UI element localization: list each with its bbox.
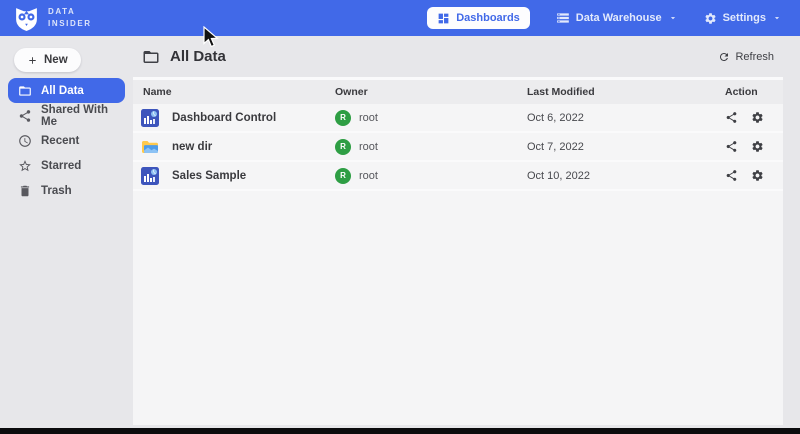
last-modified-cell: Oct 7, 2022 xyxy=(527,141,725,153)
sidebar-item-label: All Data xyxy=(41,85,84,97)
sidebar-item-label: Shared With Me xyxy=(41,104,125,128)
dashboard-tile-icon xyxy=(141,167,159,185)
top-header: DATA INSIDER Dashboards Data Warehouse xyxy=(0,0,800,36)
header-nav: Dashboards Data Warehouse Settings xyxy=(427,7,800,29)
dashboard-icon xyxy=(437,12,450,25)
chevron-down-icon xyxy=(772,13,782,23)
settings-label: Settings xyxy=(723,12,766,24)
last-modified-cell: Oct 6, 2022 xyxy=(527,112,725,124)
folder-image-icon xyxy=(141,138,159,156)
share-person-icon xyxy=(18,109,32,123)
plus-icon xyxy=(27,55,38,66)
table-row[interactable]: new dir R root Oct 7, 2022 xyxy=(133,133,783,162)
gear-icon[interactable] xyxy=(751,169,764,182)
file-name-cell[interactable]: Dashboard Control xyxy=(133,109,335,127)
column-header-owner: Owner xyxy=(335,86,527,98)
sidebar-item-shared-with-me[interactable]: Shared With Me xyxy=(8,103,125,128)
database-icon xyxy=(556,11,570,25)
star-icon xyxy=(18,159,32,173)
gear-icon xyxy=(704,12,717,25)
sidebar-item-starred[interactable]: Starred xyxy=(8,153,125,178)
action-cell xyxy=(725,169,783,182)
brand-name: DATA INSIDER xyxy=(48,6,92,29)
owner-name: root xyxy=(359,141,378,153)
data-warehouse-menu[interactable]: Data Warehouse xyxy=(556,11,678,25)
owl-logo-icon xyxy=(13,5,40,32)
table-row[interactable]: Sales Sample R root Oct 10, 2022 xyxy=(133,162,783,191)
owner-avatar: R xyxy=(335,168,351,184)
table-header-row: Name Owner Last Modified Action xyxy=(133,80,783,104)
bottom-screen-edge xyxy=(0,428,800,434)
action-cell xyxy=(725,111,783,124)
share-icon[interactable] xyxy=(725,140,738,153)
owner-name: root xyxy=(359,170,378,182)
file-table: Name Owner Last Modified Action Dashboar… xyxy=(133,77,783,425)
content-header: All Data Refresh xyxy=(133,36,783,77)
owner-avatar: R xyxy=(335,110,351,126)
share-icon[interactable] xyxy=(725,111,738,124)
sidebar: New All Data Shared With Me Recent Starr… xyxy=(0,36,133,428)
new-button-label: New xyxy=(44,54,68,66)
settings-menu[interactable]: Settings xyxy=(704,12,782,25)
dashboard-tile-icon xyxy=(141,109,159,127)
file-name: Dashboard Control xyxy=(172,112,276,124)
owner-cell: R root xyxy=(335,168,527,184)
dashboards-button[interactable]: Dashboards xyxy=(427,7,530,29)
sidebar-item-all-data[interactable]: All Data xyxy=(8,78,125,103)
sidebar-item-trash[interactable]: Trash xyxy=(8,178,125,203)
sidebar-item-label: Trash xyxy=(41,185,72,197)
new-button[interactable]: New xyxy=(14,48,81,72)
mouse-cursor xyxy=(203,26,220,55)
column-header-last-modified: Last Modified xyxy=(527,86,725,98)
dashboards-label: Dashboards xyxy=(456,12,520,24)
last-modified-cell: Oct 10, 2022 xyxy=(527,170,725,182)
chevron-down-icon xyxy=(668,13,678,23)
column-header-action: Action xyxy=(725,86,783,98)
sidebar-item-recent[interactable]: Recent xyxy=(8,128,125,153)
sidebar-nav: All Data Shared With Me Recent Starred T… xyxy=(0,78,133,203)
owner-cell: R root xyxy=(335,139,527,155)
sidebar-item-label: Starred xyxy=(41,160,81,172)
folder-icon xyxy=(18,84,32,98)
file-name: Sales Sample xyxy=(172,170,246,182)
refresh-button[interactable]: Refresh xyxy=(718,51,774,63)
owner-cell: R root xyxy=(335,110,527,126)
gear-icon[interactable] xyxy=(751,140,764,153)
trash-icon xyxy=(18,184,32,198)
share-icon[interactable] xyxy=(725,169,738,182)
folder-title-icon xyxy=(142,48,160,66)
file-name-cell[interactable]: Sales Sample xyxy=(133,167,335,185)
sidebar-item-label: Recent xyxy=(41,135,79,147)
file-name-cell[interactable]: new dir xyxy=(133,138,335,156)
owner-avatar: R xyxy=(335,139,351,155)
refresh-icon xyxy=(718,51,730,63)
table-row[interactable]: Dashboard Control R root Oct 6, 2022 xyxy=(133,104,783,133)
column-header-name: Name xyxy=(133,86,335,98)
action-cell xyxy=(725,140,783,153)
brand-logo[interactable]: DATA INSIDER xyxy=(0,5,92,32)
owner-name: root xyxy=(359,112,378,124)
refresh-label: Refresh xyxy=(735,51,774,63)
clock-icon xyxy=(18,134,32,148)
file-name: new dir xyxy=(172,141,212,153)
gear-icon[interactable] xyxy=(751,111,764,124)
data-warehouse-label: Data Warehouse xyxy=(576,12,662,24)
